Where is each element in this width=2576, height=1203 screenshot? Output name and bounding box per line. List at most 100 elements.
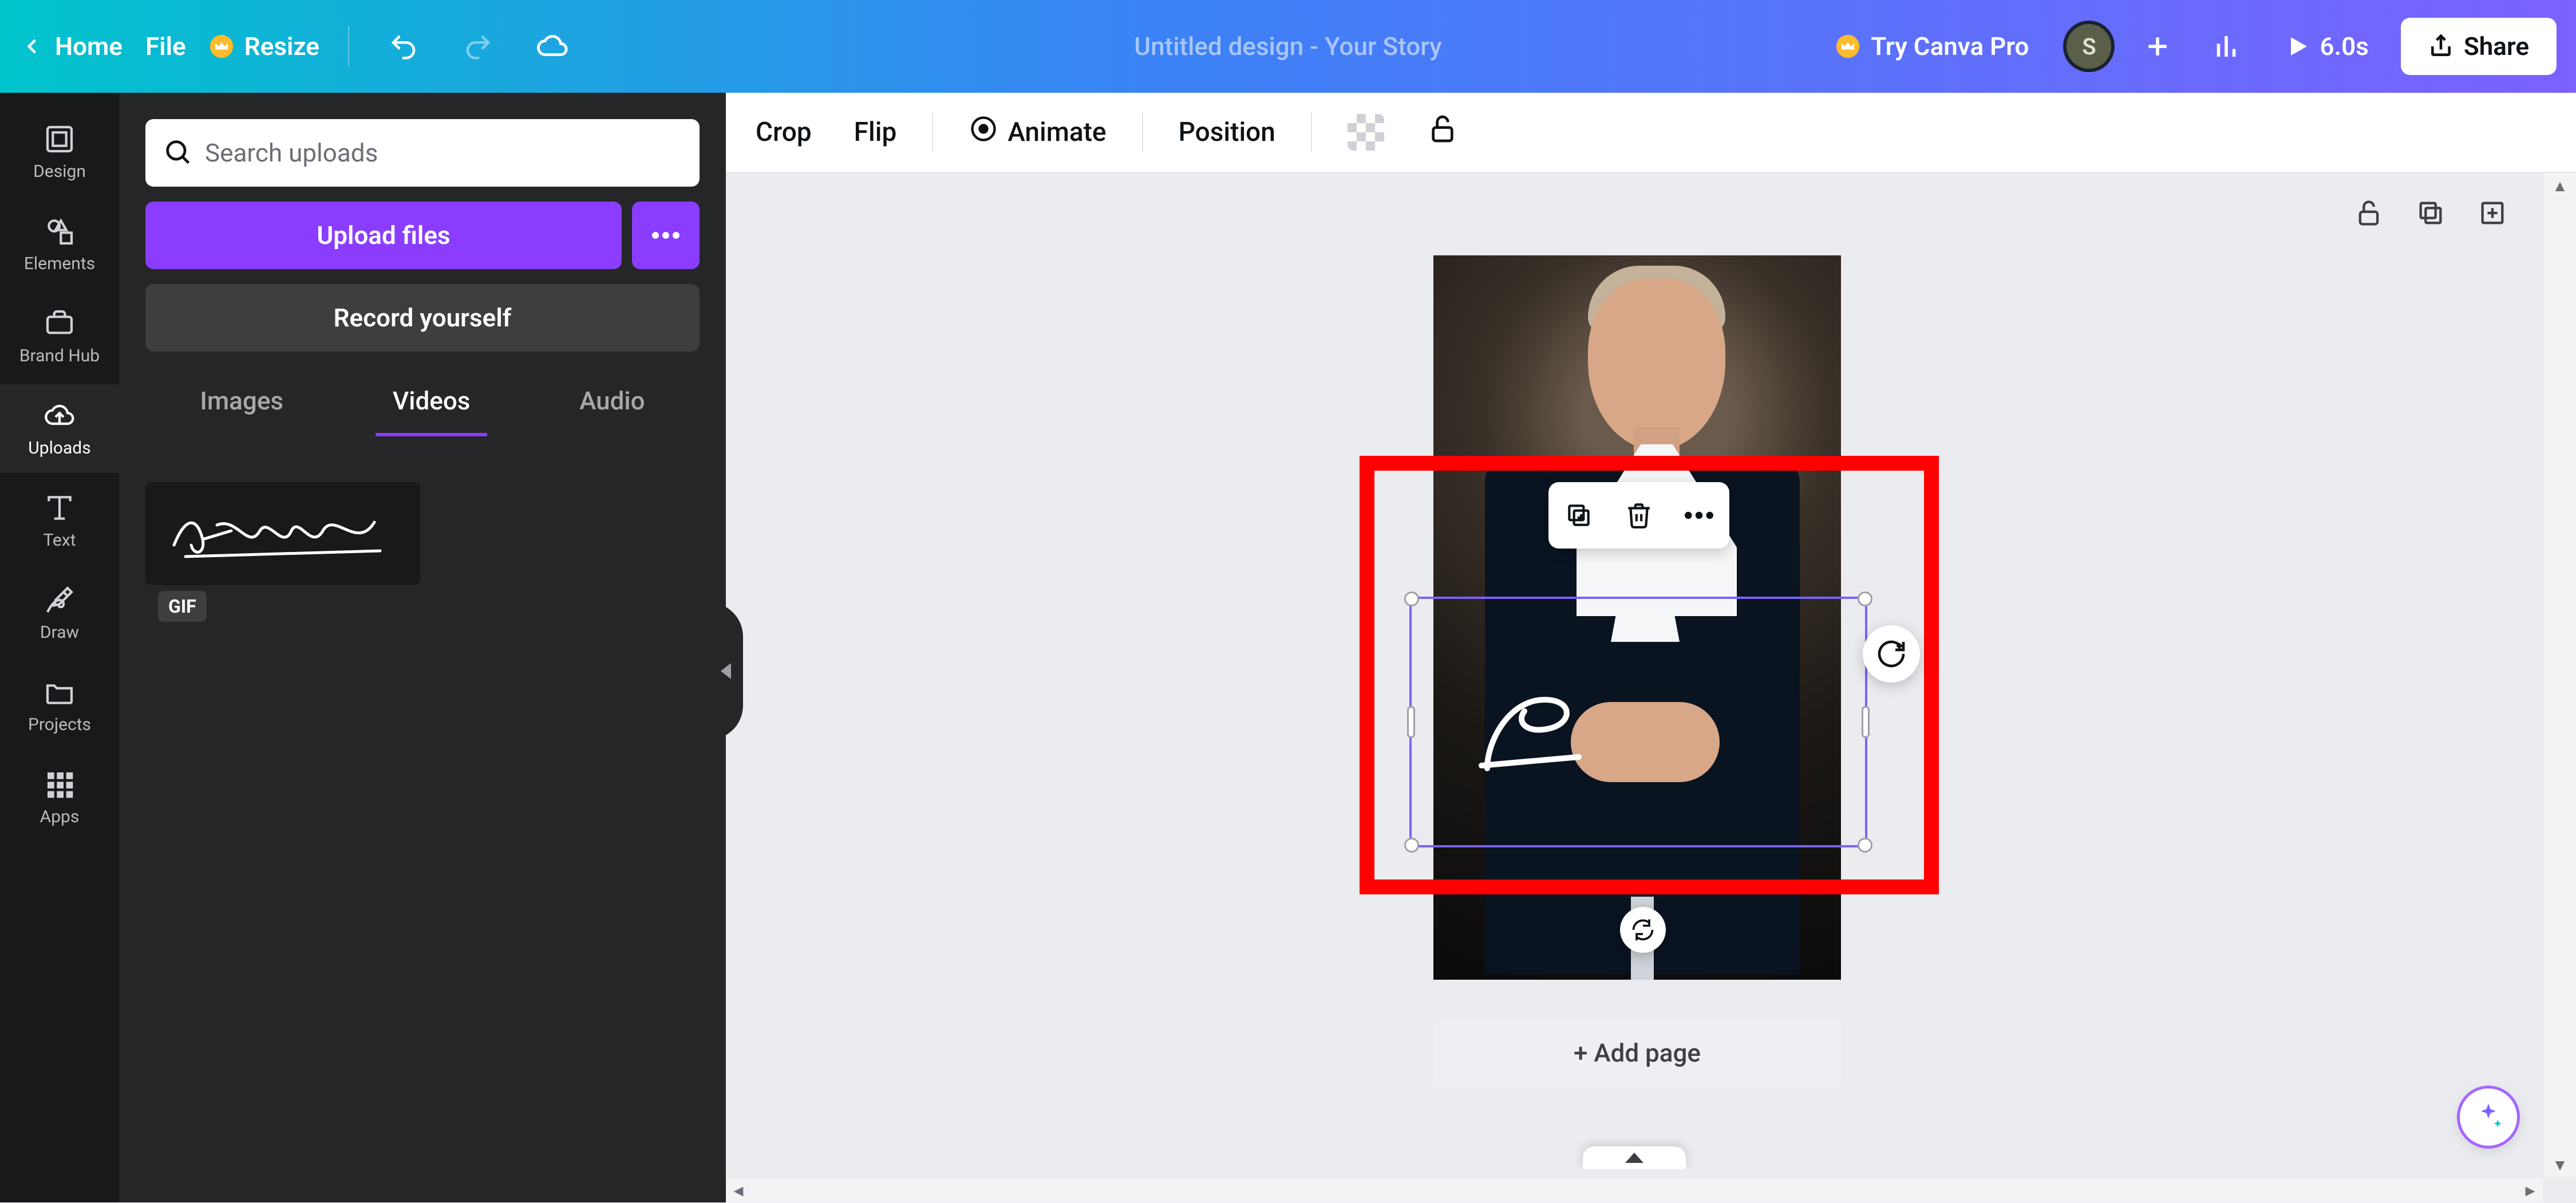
insights-button[interactable] <box>2200 21 2252 72</box>
timeline-expand-button[interactable] <box>1583 1146 1686 1169</box>
try-pro-label: Try Canva Pro <box>1871 31 2029 61</box>
uploads-panel: Upload files Record yourself Images Vide… <box>119 93 726 1202</box>
topbar-left: Home File Resize <box>19 21 578 72</box>
duplicate-page-button[interactable] <box>2412 195 2449 231</box>
rail-apps[interactable]: Apps <box>0 753 119 842</box>
upload-thumbnail-signature[interactable]: GIF <box>145 482 420 585</box>
photo-head <box>1588 278 1725 450</box>
chevron-left-icon <box>19 34 45 59</box>
resize-handle-right[interactable] <box>1862 706 1870 738</box>
rail-label: Projects <box>28 715 91 735</box>
ai-rewrite-button[interactable] <box>1863 625 1920 683</box>
crop-button[interactable]: Crop <box>749 109 819 156</box>
rail-label: Brand Hub <box>19 346 100 366</box>
home-button[interactable]: Home <box>19 31 123 61</box>
top-bar: Home File Resize Untitled design - Your … <box>0 0 2576 93</box>
brandhub-icon <box>44 307 76 340</box>
magic-fab-button[interactable] <box>2457 1086 2520 1149</box>
context-toolbar: Crop Flip Animate Position <box>726 93 2576 173</box>
elements-icon <box>44 215 76 248</box>
upload-tabs: Images Videos Audio <box>145 386 700 436</box>
delete-element-button[interactable] <box>1618 495 1660 536</box>
upload-more-button[interactable] <box>632 202 700 269</box>
add-page-icon-button[interactable] <box>2474 195 2511 231</box>
rail-elements[interactable]: Elements <box>0 200 119 289</box>
search-icon <box>163 137 192 169</box>
undo-button[interactable] <box>378 21 429 72</box>
draw-icon <box>44 583 76 617</box>
rail-uploads[interactable]: Uploads <box>0 384 119 473</box>
rail-brandhub[interactable]: Brand Hub <box>0 292 119 381</box>
resize-handle-br[interactable] <box>1858 838 1872 853</box>
tab-images[interactable]: Images <box>183 386 301 436</box>
canvas-signature-fragment[interactable] <box>1476 683 1590 776</box>
rail-label: Text <box>43 530 76 550</box>
resize-handle-tl[interactable] <box>1404 591 1419 606</box>
rail-draw[interactable]: Draw <box>0 569 119 657</box>
scroll-down-icon[interactable]: ▼ <box>2543 1152 2576 1177</box>
vertical-scrollbar[interactable]: ▲ ▼ <box>2543 173 2576 1177</box>
position-button[interactable]: Position <box>1172 109 1282 156</box>
file-menu[interactable]: File <box>145 31 186 61</box>
crown-icon <box>209 34 234 59</box>
add-page-button[interactable]: + Add page <box>1433 1019 1841 1087</box>
duration-label: 6.0s <box>2320 31 2368 61</box>
flip-button[interactable]: Flip <box>847 109 904 156</box>
document-title[interactable]: Untitled design - Your Story <box>1134 31 1441 61</box>
tab-videos[interactable]: Videos <box>376 386 488 436</box>
text-icon <box>44 491 76 524</box>
toolbar-separator <box>932 112 933 152</box>
add-member-button[interactable] <box>2132 21 2183 72</box>
side-rail: Design Elements Brand Hub Uploads Text D… <box>0 93 119 1202</box>
record-yourself-button[interactable]: Record yourself <box>145 284 700 352</box>
search-input[interactable] <box>205 138 682 168</box>
rotate-handle[interactable] <box>1620 907 1666 953</box>
resize-handle-left[interactable] <box>1407 706 1415 738</box>
more-element-button[interactable] <box>1678 495 1720 536</box>
upload-files-button[interactable]: Upload files <box>145 202 622 269</box>
floating-element-toolbar <box>1548 482 1729 549</box>
scroll-left-icon[interactable]: ◄ <box>726 1178 751 1203</box>
scroll-right-icon[interactable]: ► <box>2518 1178 2543 1203</box>
topbar-separator <box>348 26 349 66</box>
share-arrow-icon <box>2428 34 2453 59</box>
resize-button[interactable]: Resize <box>209 31 319 61</box>
upload-row: Upload files <box>145 202 700 269</box>
duplicate-element-button[interactable] <box>1558 495 1599 536</box>
cloud-sync-icon[interactable] <box>527 21 578 72</box>
share-button[interactable]: Share <box>2401 18 2557 75</box>
rail-label: Apps <box>40 807 80 827</box>
canvas-stage[interactable]: + Add page <box>726 173 2543 1169</box>
rail-projects[interactable]: Projects <box>0 661 119 750</box>
animate-icon <box>969 114 998 151</box>
uploads-icon <box>44 399 76 432</box>
page-lock-button[interactable] <box>2350 195 2387 231</box>
redo-button[interactable] <box>452 21 504 72</box>
scroll-up-icon[interactable]: ▲ <box>2543 173 2576 198</box>
avatar[interactable]: S <box>2063 21 2115 72</box>
home-label: Home <box>55 31 123 61</box>
animate-button[interactable]: Animate <box>962 106 1113 159</box>
lock-button[interactable] <box>1420 105 1465 160</box>
rail-label: Draw <box>40 622 79 642</box>
transparency-button[interactable] <box>1341 106 1391 159</box>
resize-handle-tr[interactable] <box>1858 591 1872 606</box>
apps-icon <box>44 768 76 801</box>
try-pro-button[interactable]: Try Canva Pro <box>1818 21 2046 72</box>
search-container <box>145 119 700 187</box>
rail-design[interactable]: Design <box>0 108 119 196</box>
resize-label: Resize <box>244 31 319 61</box>
animate-label: Animate <box>1008 117 1106 148</box>
rail-label: Uploads <box>28 438 90 458</box>
resize-handle-bl[interactable] <box>1404 838 1419 853</box>
crown-icon <box>1835 34 1860 59</box>
transparency-icon <box>1348 114 1384 151</box>
toolbar-separator <box>1311 112 1312 152</box>
toolbar-separator <box>1142 112 1143 152</box>
design-icon <box>44 123 76 156</box>
tab-audio[interactable]: Audio <box>562 386 662 436</box>
rail-text[interactable]: Text <box>0 476 119 565</box>
horizontal-scrollbar[interactable]: ◄ ► <box>726 1177 2543 1202</box>
rail-label: Elements <box>24 254 95 274</box>
preview-button[interactable]: 6.0s <box>2269 21 2383 72</box>
